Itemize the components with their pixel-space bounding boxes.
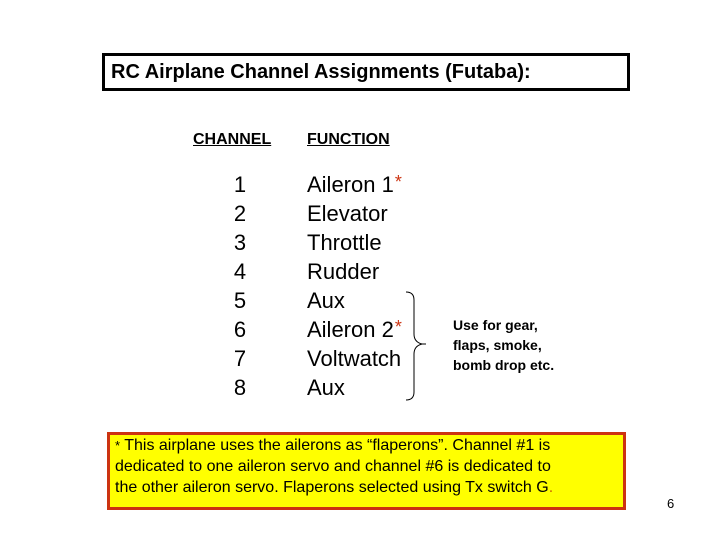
table-row: 6 Aileron 2* bbox=[0, 315, 720, 344]
note-line: bomb drop etc. bbox=[453, 357, 555, 373]
table-row: 1 Aileron 1* bbox=[0, 170, 720, 199]
function-label: Aileron 1 bbox=[307, 172, 394, 197]
function-label: Throttle bbox=[307, 230, 382, 255]
channel-function: Elevator bbox=[307, 199, 388, 228]
channel-function: Aux bbox=[307, 373, 345, 402]
channel-number: 3 bbox=[233, 230, 247, 255]
channel-number: 6 bbox=[233, 317, 247, 342]
channel-function: Aileron 1* bbox=[307, 170, 402, 199]
function-label: Rudder bbox=[307, 259, 380, 284]
channel-function: Aux bbox=[307, 286, 345, 315]
note-line: flaps, smoke, bbox=[453, 337, 542, 353]
asterisk-marker: * bbox=[394, 317, 402, 337]
slide-title-box: RC Airplane Channel Assignments (Futaba)… bbox=[102, 53, 630, 91]
page-number: 6 bbox=[667, 496, 675, 511]
column-header-channel: CHANNEL bbox=[193, 131, 272, 148]
table-row: 3 Throttle bbox=[0, 228, 720, 257]
table-row: 8 Aux bbox=[0, 373, 720, 402]
function-label: Elevator bbox=[307, 201, 388, 226]
footnote-line: * This airplane uses the ailerons as “fl… bbox=[115, 435, 617, 456]
aux-usage-note: Use for gear, flaps, smoke, bomb drop et… bbox=[453, 315, 554, 375]
function-label: Voltwatch bbox=[307, 346, 402, 371]
channel-function: Aileron 2* bbox=[307, 315, 402, 344]
column-header-function: FUNCTION bbox=[307, 131, 390, 148]
flaperon-footnote-box: * This airplane uses the ailerons as “fl… bbox=[107, 432, 626, 510]
footnote-line: the other aileron servo. Flaperons selec… bbox=[115, 477, 617, 498]
channel-function: Throttle bbox=[307, 228, 382, 257]
channel-number: 2 bbox=[233, 201, 247, 226]
channel-number: 5 bbox=[233, 288, 247, 313]
channel-number: 1 bbox=[233, 172, 247, 197]
channel-function: Rudder bbox=[307, 257, 379, 286]
slide-title: RC Airplane Channel Assignments (Futaba)… bbox=[111, 60, 531, 83]
footnote-period: . bbox=[548, 479, 554, 496]
right-brace-icon bbox=[405, 291, 426, 401]
function-label: Aileron 2 bbox=[307, 317, 394, 342]
note-line: Use for gear, bbox=[453, 317, 538, 333]
asterisk-marker: * bbox=[394, 172, 402, 192]
channel-number: 8 bbox=[233, 375, 247, 400]
function-label: Aux bbox=[307, 375, 345, 400]
footnote-text: This airplane uses the ailerons as “flap… bbox=[120, 437, 551, 454]
table-row: 2 Elevator bbox=[0, 199, 720, 228]
table-row: 4 Rudder bbox=[0, 257, 720, 286]
channel-number: 4 bbox=[233, 259, 247, 284]
channel-function: Voltwatch bbox=[307, 344, 401, 373]
footnote-line: dedicated to one aileron servo and chann… bbox=[115, 458, 551, 475]
footnote-text: the other aileron servo. Flaperons selec… bbox=[115, 479, 549, 496]
function-label: Aux bbox=[307, 288, 345, 313]
table-row: 7 Voltwatch bbox=[0, 344, 720, 373]
table-row: 5 Aux bbox=[0, 286, 720, 315]
channel-number: 7 bbox=[233, 346, 247, 371]
